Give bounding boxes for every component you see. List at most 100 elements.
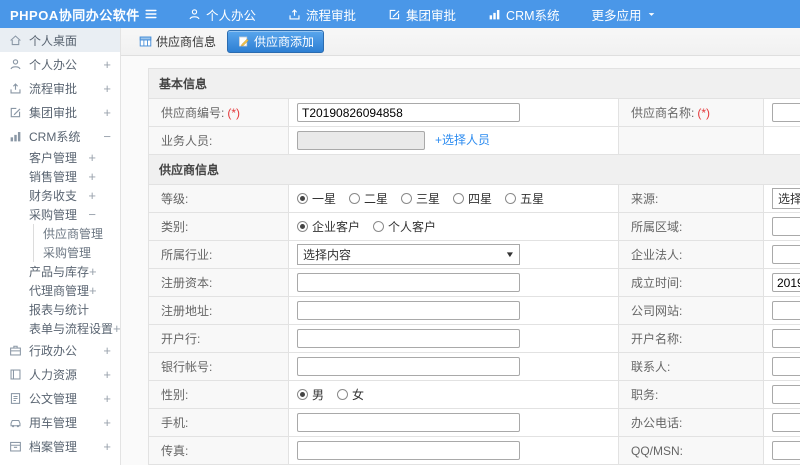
expand-icon[interactable]: + — [88, 151, 96, 164]
tab-bar: 供应商信息 供应商添加 — [121, 28, 800, 56]
sidebar-item-采购管理[interactable]: 采购管理 — [33, 243, 120, 262]
supplier-code-field — [288, 98, 619, 127]
form-row: 所属行业: 选择内容 ▼ 企业法人: — [148, 240, 800, 269]
level-label: 等级: — [148, 184, 289, 213]
sidebar-item-表单与流程设置[interactable]: 表单与流程设置 + — [0, 319, 120, 338]
select-person-link[interactable]: +选择人员 — [435, 133, 490, 147]
level-radio-一星[interactable]: 一星 — [297, 190, 336, 207]
form-row: 供应商编号:(*) 供应商名称:(*) — [148, 98, 800, 127]
gender-label: 性别: — [148, 380, 289, 409]
tab-供应商信息[interactable]: 供应商信息 — [134, 31, 221, 52]
qq-msn-field — [762, 436, 800, 465]
account-name-input[interactable] — [772, 329, 800, 348]
expand-icon[interactable]: + — [103, 106, 111, 119]
office-phone-label: 办公电话: — [618, 408, 764, 437]
category-radio-个人客户[interactable]: 个人客户 — [373, 218, 436, 235]
collapse-icon[interactable]: − — [88, 208, 96, 221]
expand-icon[interactable]: + — [103, 368, 111, 381]
level-radio-四星[interactable]: 四星 — [453, 190, 492, 207]
category-radio-企业客户[interactable]: 企业客户 — [297, 218, 360, 235]
gender-field: 男女 — [288, 380, 619, 409]
expand-icon[interactable]: + — [89, 284, 97, 297]
bank-input[interactable] — [297, 329, 520, 348]
sidebar-item-label: 个人办公 — [29, 57, 78, 72]
source-select[interactable]: 选择内容▼ — [772, 188, 800, 209]
expand-icon[interactable]: + — [103, 344, 111, 357]
sidebar-item-行政办公[interactable]: 行政办公 + — [0, 338, 120, 362]
sidebar-item-label: 产品与库存 — [29, 265, 90, 279]
company-website-input[interactable] — [772, 301, 800, 320]
topnav-item-2[interactable]: 流程审批 — [288, 5, 356, 24]
sidebar-item-label: 人力资源 — [29, 367, 78, 382]
collapse-icon[interactable]: − — [103, 130, 111, 143]
mobile-input[interactable] — [297, 413, 520, 432]
expand-icon[interactable]: + — [103, 82, 111, 95]
level-radio-三星[interactable]: 三星 — [401, 190, 440, 207]
gender-radio-男[interactable]: 男 — [297, 386, 324, 403]
expand-icon[interactable]: + — [88, 189, 96, 202]
sidebar-item-供应商管理[interactable]: 供应商管理 — [33, 224, 120, 243]
menu-toggle-icon[interactable] — [138, 7, 164, 21]
sidebar-item-CRM系统[interactable]: CRM系统 − — [0, 124, 120, 148]
sidebar-item-代理商管理[interactable]: 代理商管理 + — [0, 281, 120, 300]
table-icon — [139, 35, 152, 48]
expand-icon[interactable]: + — [103, 416, 111, 429]
expand-icon[interactable]: + — [113, 322, 120, 335]
topnav-item-4[interactable]: CRM系统 — [488, 5, 560, 24]
sidebar-item-报表与统计[interactable]: 报表与统计 — [0, 300, 120, 319]
caret-down-icon — [647, 10, 656, 19]
position-input[interactable] — [772, 385, 800, 404]
supplier-code-input[interactable] — [297, 103, 520, 122]
fax-label: 传真: — [148, 436, 289, 465]
sidebar-item-集团审批[interactable]: 集团审批 + — [0, 100, 120, 124]
expand-icon[interactable]: + — [103, 58, 111, 71]
region-input[interactable] — [772, 217, 800, 236]
expand-icon[interactable]: + — [103, 392, 111, 405]
business-person-input[interactable] — [297, 131, 425, 151]
expand-icon[interactable]: + — [89, 265, 97, 278]
source-field: 选择内容▼ — [762, 184, 800, 213]
contact-person-input[interactable] — [772, 357, 800, 376]
sidebar-item-个人办公[interactable]: 个人办公 + — [0, 52, 120, 76]
radio-icon — [505, 193, 517, 204]
flow-icon — [9, 82, 22, 95]
supplier-name-input[interactable] — [772, 103, 800, 122]
registered-address-input[interactable] — [297, 301, 520, 320]
radio-label: 五星 — [520, 192, 545, 206]
sidebar-item-财务收支[interactable]: 财务收支 + — [0, 186, 120, 205]
sidebar-item-产品与库存[interactable]: 产品与库存 + — [0, 262, 120, 281]
qq-msn-input[interactable] — [772, 441, 800, 460]
bank-account-input[interactable] — [297, 357, 520, 376]
empty-field — [762, 126, 800, 155]
sidebar-item-用车管理[interactable]: 用车管理 + — [0, 410, 120, 434]
topnav-item-1[interactable]: 个人办公 — [188, 5, 256, 24]
topnav-label: 更多应用 — [591, 8, 642, 23]
legal-person-field — [762, 240, 800, 269]
topnav-item-5[interactable]: 更多应用 — [592, 5, 656, 24]
sidebar-item-人力资源[interactable]: 人力资源 + — [0, 362, 120, 386]
expand-icon[interactable]: + — [88, 170, 96, 183]
fax-input[interactable] — [297, 441, 520, 460]
section-header: 供应商信息 — [147, 154, 800, 185]
sidebar-item-销售管理[interactable]: 销售管理 + — [0, 167, 120, 186]
sidebar-item-采购管理[interactable]: 采购管理 − — [0, 205, 120, 224]
office-phone-input[interactable] — [772, 413, 800, 432]
topnav-item-3[interactable]: 集团审批 — [388, 5, 456, 24]
sidebar-item-流程审批[interactable]: 流程审批 + — [0, 76, 120, 100]
expand-icon[interactable]: + — [103, 440, 111, 453]
level-radio-五星[interactable]: 五星 — [505, 190, 544, 207]
sidebar-item-档案管理[interactable]: 档案管理 + — [0, 434, 120, 458]
supplier-name-label: 供应商名称: (*) — [618, 98, 764, 127]
level-radio-二星[interactable]: 二星 — [349, 190, 388, 207]
registered-capital-input[interactable] — [297, 273, 520, 292]
tab-供应商添加[interactable]: 供应商添加 — [227, 30, 325, 53]
founded-date-input[interactable] — [772, 273, 800, 292]
industry-select[interactable]: 选择内容 ▼ — [297, 244, 520, 265]
sidebar-item-客户管理[interactable]: 客户管理 + — [0, 148, 120, 167]
sidebar-item-label: 用车管理 — [29, 415, 78, 430]
sidebar-item-个人桌面[interactable]: 个人桌面 — [0, 28, 120, 52]
sidebar-item-公文管理[interactable]: 公文管理 + — [0, 386, 120, 410]
chart-icon — [488, 8, 501, 21]
legal-person-input[interactable] — [772, 245, 800, 264]
gender-radio-女[interactable]: 女 — [337, 386, 364, 403]
